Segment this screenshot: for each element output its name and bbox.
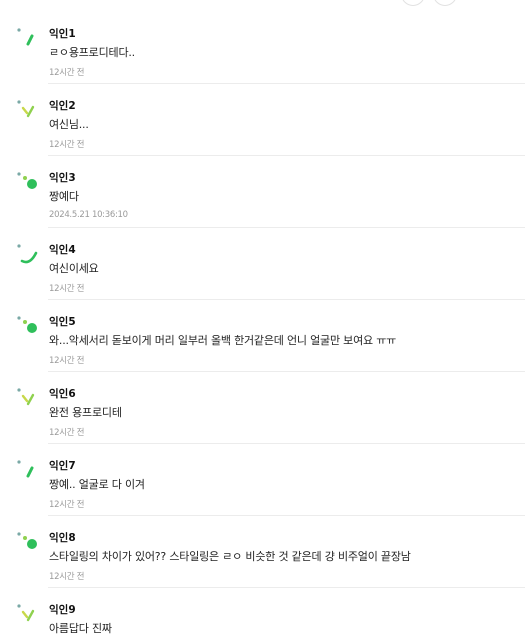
comment-author[interactable]: 익인5: [49, 314, 76, 329]
comment-list: 익인1 ㄹㅇ용프로디테다.. 12시간 전 익인2 여신님... 12시간 전 …: [0, 12, 525, 640]
comment-item: 익인3 짱예다 2024.5.21 10:36:10: [0, 156, 525, 228]
comment-author[interactable]: 익인8: [49, 530, 76, 545]
comment-text: 여신님...: [49, 118, 89, 131]
dot-icon: [17, 532, 37, 549]
comment-item: 익인6 완전 용프로디테 12시간 전: [0, 372, 525, 444]
top-button-right[interactable]: [433, 0, 457, 6]
comment-item: 익인1 ㄹㅇ용프로디테다.. 12시간 전: [0, 12, 525, 84]
comments-page: 익인1 ㄹㅇ용프로디테다.. 12시간 전 익인2 여신님... 12시간 전 …: [0, 0, 525, 640]
comment-time: 12시간 전: [49, 140, 85, 150]
slash-icon: [17, 460, 34, 478]
comment-author[interactable]: 익인6: [49, 386, 76, 401]
comment-time: 12시간 전: [49, 68, 85, 78]
comment-time: 12시간 전: [49, 572, 85, 582]
zigzag-icon: [17, 388, 35, 406]
comment-author[interactable]: 익인2: [49, 98, 76, 113]
comment-time: 12시간 전: [49, 284, 85, 294]
zigzag-icon: [17, 100, 35, 118]
comment-item: 익인8 스타일링의 차이가 있어?? 스타일링은 ㄹㅇ 비슷한 것 같은데 걍 …: [0, 516, 525, 588]
comment-time: 12시간 전: [49, 356, 85, 366]
smile-curve-icon: [17, 244, 38, 264]
comment-time: 2024.5.21 10:36:10: [49, 210, 128, 220]
comment-text: ㄹㅇ용프로디테다..: [49, 46, 135, 59]
comment-item: 익인5 와...악세서리 돋보이게 머리 일부러 올백 한거같은데 언니 얼굴만…: [0, 300, 525, 372]
zigzag-icon: [17, 604, 35, 622]
comment-text: 스타일링의 차이가 있어?? 스타일링은 ㄹㅇ 비슷한 것 같은데 걍 비주얼이…: [49, 550, 411, 563]
comment-item: 익인2 여신님... 12시간 전: [0, 84, 525, 156]
slash-icon: [17, 28, 34, 46]
comment-text: 짱예.. 얼굴로 다 이겨: [49, 478, 145, 491]
comment-item: 익인9 아름답다 진짜: [0, 588, 525, 640]
comment-item: 익인7 짱예.. 얼굴로 다 이겨 12시간 전: [0, 444, 525, 516]
top-controls: [401, 0, 457, 6]
comment-author[interactable]: 익인7: [49, 458, 76, 473]
comment-author[interactable]: 익인3: [49, 170, 76, 185]
comment-text: 완전 용프로디테: [49, 406, 122, 419]
comment-text: 와...악세서리 돋보이게 머리 일부러 올백 한거같은데 언니 얼굴만 보여요…: [49, 334, 397, 347]
comment-time: 12시간 전: [49, 428, 85, 438]
comment-time: 12시간 전: [49, 500, 85, 510]
top-button-left[interactable]: [401, 0, 425, 6]
comment-author[interactable]: 익인4: [49, 242, 76, 257]
comment-item: 익인4 여신이세요 12시간 전: [0, 228, 525, 300]
dot-icon: [17, 316, 37, 333]
comment-author[interactable]: 익인1: [49, 26, 76, 41]
comment-text: 짱예다: [49, 190, 79, 203]
comment-text: 여신이세요: [49, 262, 99, 275]
dot-icon: [17, 172, 37, 189]
comment-author[interactable]: 익인9: [49, 602, 76, 617]
comment-text: 아름답다 진짜: [49, 622, 112, 635]
